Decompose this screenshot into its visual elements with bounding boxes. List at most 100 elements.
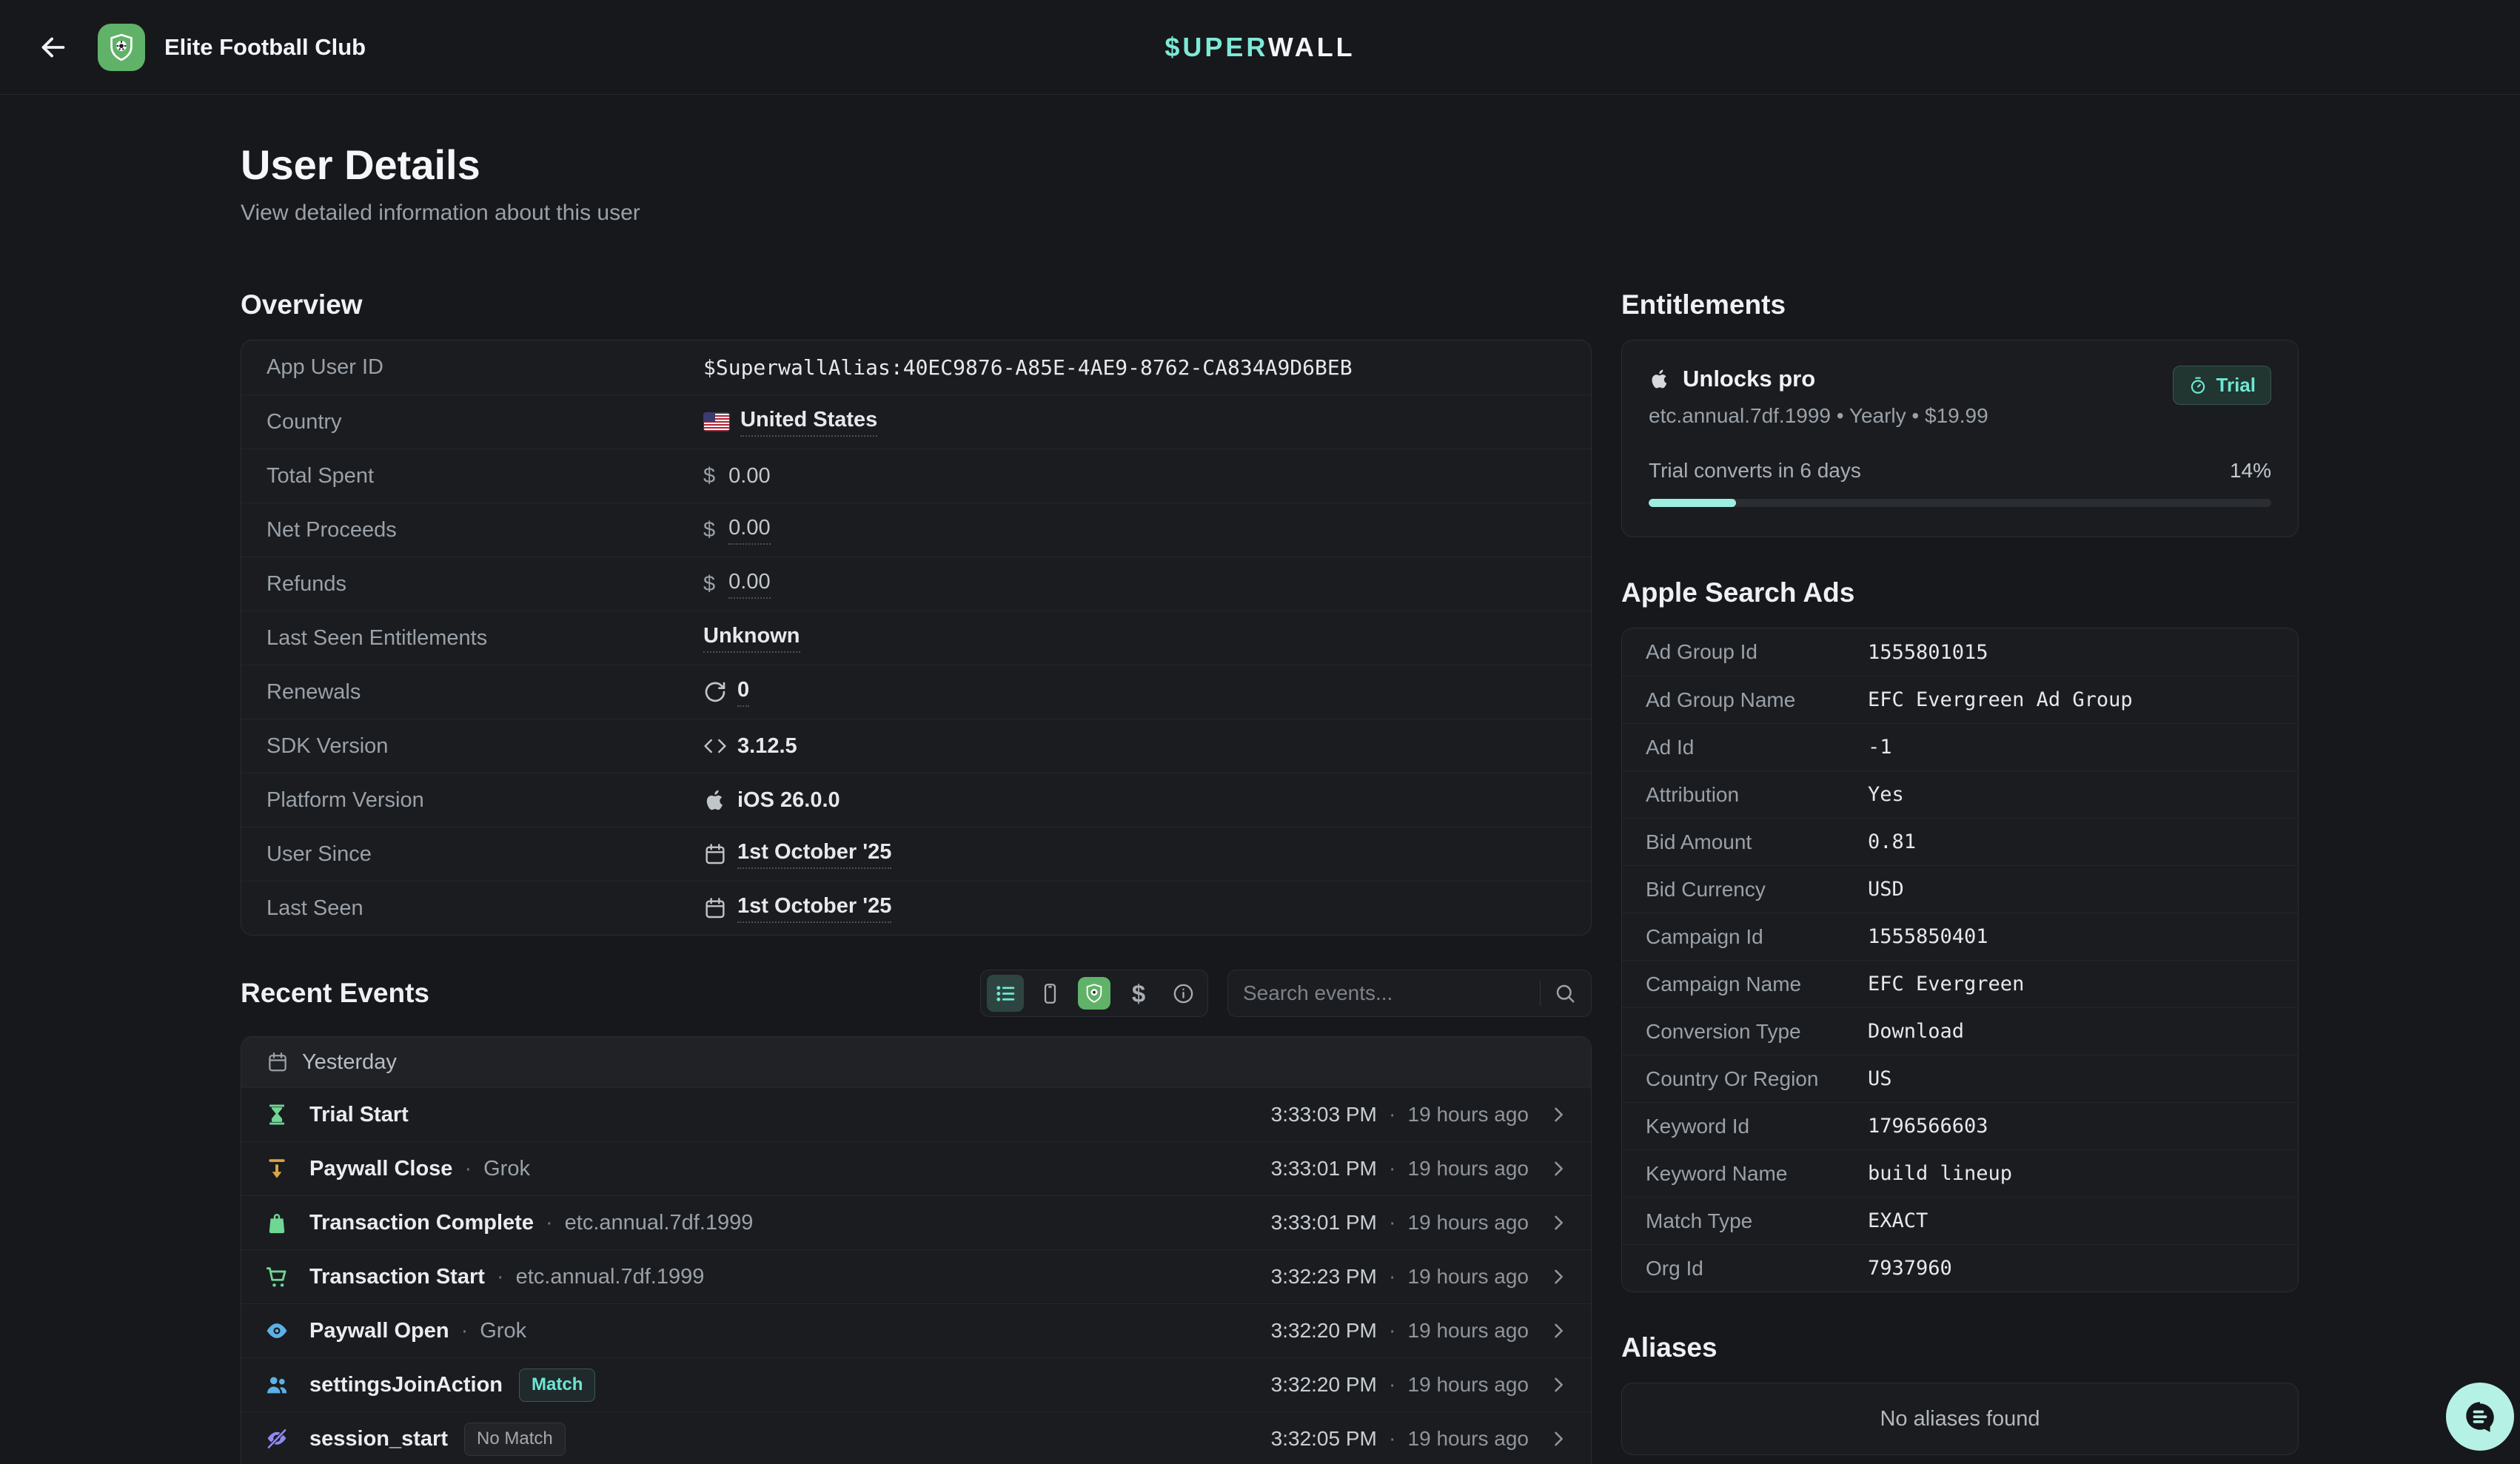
table-row: Country United States	[241, 394, 1591, 449]
apple-search-ads-table: Ad Group Id1555801015 Ad Group NameEFC E…	[1621, 628, 2299, 1292]
refunds-value[interactable]: 0.00	[728, 570, 770, 599]
event-row-trial-start[interactable]: Trial Start 3:33:03 PM·19 hours ago	[241, 1087, 1591, 1141]
entitlements-heading: Entitlements	[1621, 289, 2299, 320]
table-row: Total Spent $0.00	[241, 449, 1591, 503]
match-badge: Match	[519, 1369, 595, 1402]
table-row: AttributionYes	[1622, 770, 2298, 818]
search-icon	[1554, 982, 1576, 1004]
table-row: Ad Group Id1555801015	[1622, 628, 2298, 676]
trial-progress-fill	[1649, 499, 1736, 507]
events-search	[1227, 970, 1592, 1017]
arrow-left-icon	[36, 30, 70, 64]
table-row: Keyword Id1796566603	[1622, 1102, 2298, 1149]
table-row: Ad Id-1	[1622, 723, 2298, 770]
filter-all-events-button[interactable]	[987, 975, 1024, 1012]
list-icon	[994, 982, 1017, 1005]
filter-info-events-button[interactable]	[1165, 975, 1202, 1012]
no-match-badge: No Match	[464, 1423, 566, 1456]
refresh-icon	[703, 680, 727, 704]
overview-heading: Overview	[241, 289, 1592, 320]
chevron-right-icon	[1548, 1158, 1569, 1179]
table-row: Country Or RegionUS	[1622, 1055, 2298, 1102]
apple-icon	[703, 788, 727, 812]
chevron-right-icon	[1548, 1104, 1569, 1125]
event-row-settings-join-action[interactable]: settingsJoinAction Match 3:32:20 PM·19 h…	[241, 1357, 1591, 1411]
entitlement-product-info: etc.annual.7df.1999 • Yearly • $19.99	[1649, 404, 1988, 428]
event-row-session-start-lower[interactable]: session_start No Match 3:32:05 PM·19 hou…	[241, 1411, 1591, 1464]
apple-search-ads-heading: Apple Search Ads	[1621, 577, 2299, 608]
top-bar: Elite Football Club $UPERWALL	[0, 0, 2520, 95]
code-icon	[703, 734, 727, 758]
net-proceeds-value[interactable]: 0.00	[728, 516, 770, 545]
table-row: Platform Version iOS 26.0.0	[241, 773, 1591, 827]
table-row: Refunds $0.00	[241, 557, 1591, 611]
events-list: Yesterday Trial Start 3:33:03 PM·19 hour…	[241, 1036, 1592, 1464]
event-row-transaction-start[interactable]: Transaction Start · etc.annual.7df.1999 …	[241, 1249, 1591, 1303]
app-logo-small-icon	[1078, 977, 1110, 1010]
filter-revenue-events-button[interactable]: $	[1120, 975, 1157, 1012]
aliases-heading: Aliases	[1621, 1332, 2299, 1363]
chevron-right-icon	[1548, 1428, 1569, 1449]
page: Elite Football Club $UPERWALL User Detai…	[0, 0, 2520, 1464]
event-row-paywall-close[interactable]: Paywall Close · Grok 3:33:01 PM·19 hours…	[241, 1141, 1591, 1195]
aliases-empty-text: No aliases found	[1880, 1407, 2040, 1431]
table-row: Net Proceeds $0.00	[241, 503, 1591, 557]
trial-badge: Trial	[2173, 366, 2271, 405]
entitlement-card: Unlocks pro etc.annual.7df.1999 • Yearly…	[1621, 340, 2299, 537]
table-row: Bid CurrencyUSD	[1622, 865, 2298, 913]
back-button[interactable]	[33, 27, 74, 68]
table-row: Last Seen 1st October '25	[241, 881, 1591, 935]
renewals-value[interactable]: 0	[737, 678, 749, 707]
chevron-right-icon	[1548, 1320, 1569, 1341]
dollar-icon: $	[703, 464, 715, 488]
last-seen-value[interactable]: 1st October '25	[737, 894, 891, 923]
events-group-header: Yesterday	[241, 1037, 1591, 1087]
page-subtitle: View detailed information about this use…	[241, 201, 2520, 226]
trial-converts-label: Trial converts in 6 days	[1649, 459, 1861, 483]
trial-progress-bar	[1649, 499, 2271, 507]
eye-icon	[264, 1317, 290, 1344]
chevron-right-icon	[1548, 1374, 1569, 1395]
sdk-version-value: 3.12.5	[737, 734, 797, 759]
hourglass-icon	[264, 1101, 290, 1128]
events-search-input[interactable]	[1243, 981, 1531, 1005]
user-since-value[interactable]: 1st October '25	[737, 840, 891, 869]
app-user-id-value: $SuperwallAlias:40EC9876-A85E-4AE9-8762-…	[703, 355, 1353, 380]
table-row: Campaign Id1555850401	[1622, 913, 2298, 960]
app-logo-icon	[98, 24, 145, 71]
calendar-icon	[267, 1051, 289, 1073]
country-value[interactable]: United States	[740, 408, 877, 437]
dollar-icon: $	[703, 572, 715, 597]
separator	[1540, 981, 1541, 1006]
table-row: SDK Version 3.12.5	[241, 719, 1591, 773]
event-row-paywall-open[interactable]: Paywall Open · Grok 3:32:20 PM·19 hours …	[241, 1303, 1591, 1357]
trial-percent-label: 14%	[2230, 459, 2271, 483]
filter-device-events-button[interactable]	[1031, 975, 1068, 1012]
arrow-down-to-line-icon	[264, 1155, 290, 1182]
table-row: Bid Amount0.81	[1622, 818, 2298, 865]
main-column: Overview App User ID $SuperwallAlias:40E…	[241, 289, 1592, 1464]
events-filter-toolbar: $	[980, 970, 1208, 1017]
info-icon	[1172, 982, 1195, 1005]
last-seen-entitlements-value[interactable]: Unknown	[703, 624, 800, 653]
filter-app-events-button[interactable]	[1076, 975, 1113, 1012]
eye-off-icon	[264, 1426, 290, 1452]
table-row: Last Seen Entitlements Unknown	[241, 611, 1591, 665]
shopping-bag-icon	[264, 1209, 290, 1236]
logo-teal-part: $UPER	[1165, 32, 1267, 62]
chevron-right-icon	[1548, 1266, 1569, 1287]
dollar-icon: $	[703, 518, 715, 543]
dollar-icon: $	[1132, 981, 1145, 1006]
event-row-transaction-complete[interactable]: Transaction Complete · etc.annual.7df.19…	[241, 1195, 1591, 1249]
table-row: Org Id7937960	[1622, 1244, 2298, 1292]
platform-version-value: iOS 26.0.0	[737, 788, 840, 813]
total-spent-value: 0.00	[728, 464, 770, 488]
users-icon	[264, 1371, 290, 1398]
entitlement-name: Unlocks pro	[1683, 366, 1815, 392]
support-chat-button[interactable]	[2446, 1383, 2514, 1451]
chat-bubble-icon	[2462, 1398, 2499, 1435]
superwall-logo[interactable]: $UPERWALL	[1165, 32, 1355, 63]
table-row: App User ID $SuperwallAlias:40EC9876-A85…	[241, 340, 1591, 394]
table-row: User Since 1st October '25	[241, 827, 1591, 881]
app-title: Elite Football Club	[164, 34, 366, 61]
